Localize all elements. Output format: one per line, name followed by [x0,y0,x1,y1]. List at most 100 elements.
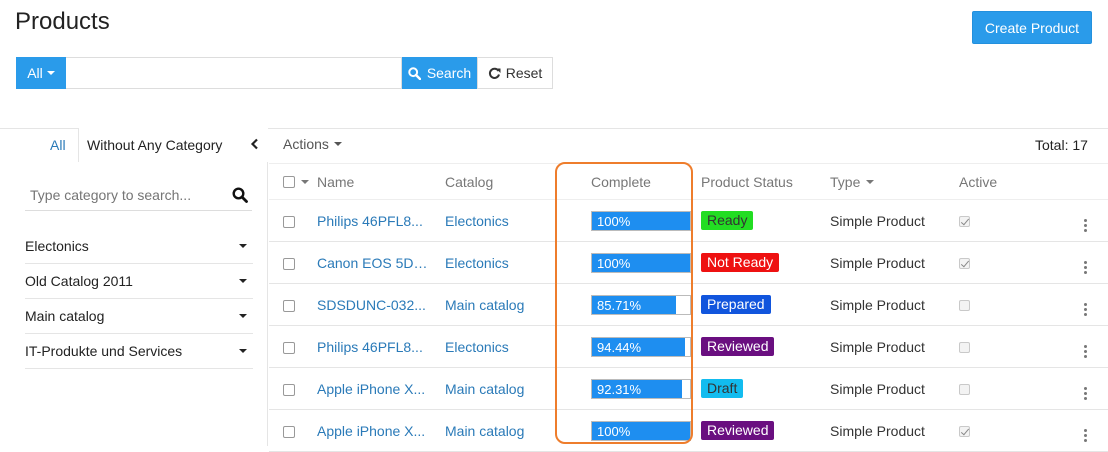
complete-progress-bar: 100% [591,420,691,441]
catalog-link[interactable]: Main catalog [445,423,524,439]
column-header-name[interactable]: Name [317,163,445,200]
column-header-type[interactable]: Type [830,163,959,200]
table-row[interactable]: Apple iPhone X... Main catalog 100% Reviewe… [269,409,1108,452]
status-badge: Prepared [701,295,771,314]
product-name-link[interactable]: Apple iPhone X... [317,381,425,397]
product-name-link[interactable]: Apple iPhone X... [317,423,425,439]
table-row[interactable]: Philips 46PFL8... Electonics 100% Ready Simp… [269,199,1108,242]
row-menu-icon[interactable] [1084,429,1087,442]
status-badge: Ready [701,211,754,230]
complete-progress-bar: 100% [591,252,691,273]
column-header-type-label: Type [830,173,861,190]
table-row[interactable]: SDSDUNC-032... Main catalog 85.71% Prepared… [269,283,1108,326]
reset-button[interactable]: Reset [477,57,553,89]
category-item[interactable]: Main catalog [25,299,253,334]
reset-button-label: Reset [505,65,543,81]
complete-progress-bar: 100% [591,210,691,231]
search-icon[interactable] [232,187,248,203]
chevron-down-icon[interactable] [301,179,309,184]
type-cell: Simple Product [830,241,959,284]
search-button-label: Search [426,65,472,81]
page-title: Products [15,8,110,35]
actions-label: Actions [283,136,329,152]
complete-progress-label: 100% [597,255,631,271]
catalog-link[interactable]: Electonics [445,255,509,271]
search-bar: All Search Reset [16,57,553,89]
active-checkbox [959,426,970,438]
category-list: Electonics Old Catalog 2011 Main catalog… [25,229,253,369]
column-header-catalog[interactable]: Catalog [445,163,573,200]
type-cell: Simple Product [830,409,959,452]
column-header-complete-label: Complete [591,173,651,190]
active-checkbox [959,258,970,270]
row-menu-icon[interactable] [1084,387,1087,400]
chevron-left-icon[interactable] [250,138,259,150]
category-search-input[interactable] [25,181,220,209]
search-button[interactable]: Search [402,57,477,89]
complete-progress-label: 100% [597,213,631,229]
product-name-link[interactable]: Philips 46PFL8... [317,339,423,355]
status-badge: Reviewed [701,337,775,356]
row-checkbox[interactable] [283,257,295,270]
category-item[interactable]: IT-Produkte und Services [25,334,253,369]
refresh-icon [488,67,501,79]
search-input[interactable] [66,57,402,89]
chevron-down-icon [239,279,247,283]
select-all-checkbox[interactable] [283,175,295,188]
row-checkbox[interactable] [283,299,295,312]
chevron-down-icon [239,349,247,353]
row-menu-icon[interactable] [1084,219,1087,232]
complete-progress-label: 85.71% [597,297,642,313]
chevron-down-icon [239,244,247,248]
table-row[interactable]: Canon EOS 5D ... Electonics 100% Not Ready S… [269,241,1108,284]
row-menu-icon[interactable] [1084,345,1087,358]
row-checkbox[interactable] [283,215,295,228]
column-header-active[interactable]: Active [959,163,1084,200]
active-checkbox [959,384,970,396]
status-badge: Reviewed [701,421,775,440]
chevron-down-icon [239,314,247,318]
type-cell: Simple Product [830,325,959,368]
category-item[interactable]: Electonics [25,229,253,264]
active-checkbox [959,216,970,228]
table-header-row: Name Catalog Complete Product Status Typ… [269,163,1108,200]
column-header-complete[interactable]: Complete [573,163,701,200]
catalog-link[interactable]: Electonics [445,339,509,355]
create-product-button[interactable]: Create Product [972,11,1092,44]
complete-progress-label: 92.31% [597,381,642,397]
category-item[interactable]: Old Catalog 2011 [25,264,253,299]
row-checkbox[interactable] [283,341,295,354]
status-badge: Draft [701,379,744,398]
catalog-link[interactable]: Electonics [445,213,509,229]
complete-progress-bar: 94.44% [591,336,691,357]
row-menu-icon[interactable] [1084,303,1087,316]
product-name-link[interactable]: Philips 46PFL8... [317,213,423,229]
table-row[interactable]: Apple iPhone X... Main catalog 92.31% Draft… [269,367,1108,410]
category-label: IT-Produkte und Services [25,343,183,359]
row-checkbox[interactable] [283,383,295,396]
category-label: Electonics [25,238,89,254]
type-cell: Simple Product [830,199,959,242]
row-checkbox[interactable] [283,425,295,438]
category-label: Old Catalog 2011 [25,273,133,289]
status-badge: Not Ready [701,253,780,272]
product-name-link[interactable]: SDSDUNC-032... [317,297,426,313]
product-name-link[interactable]: Canon EOS 5D ... [317,255,429,271]
complete-progress-label: 94.44% [597,339,642,355]
column-header-status[interactable]: Product Status [701,163,830,200]
search-icon [408,66,421,80]
table-row[interactable]: Philips 46PFL8... Electonics 94.44% Reviewe… [269,325,1108,368]
complete-progress-label: 100% [597,423,631,439]
catalog-link[interactable]: Main catalog [445,381,524,397]
catalog-link[interactable]: Main catalog [445,297,524,313]
tab-all[interactable]: All [50,137,66,153]
actions-dropdown[interactable]: Actions [283,136,342,152]
category-label: Main catalog [25,308,105,324]
row-menu-icon[interactable] [1084,261,1087,274]
tab-without-category[interactable]: Without Any Category [78,128,268,162]
search-filter-dropdown[interactable]: All [16,57,66,89]
products-table: Name Catalog Complete Product Status Typ… [269,163,1108,452]
type-cell: Simple Product [830,367,959,410]
category-search [25,181,252,211]
sort-desc-icon [866,179,875,184]
